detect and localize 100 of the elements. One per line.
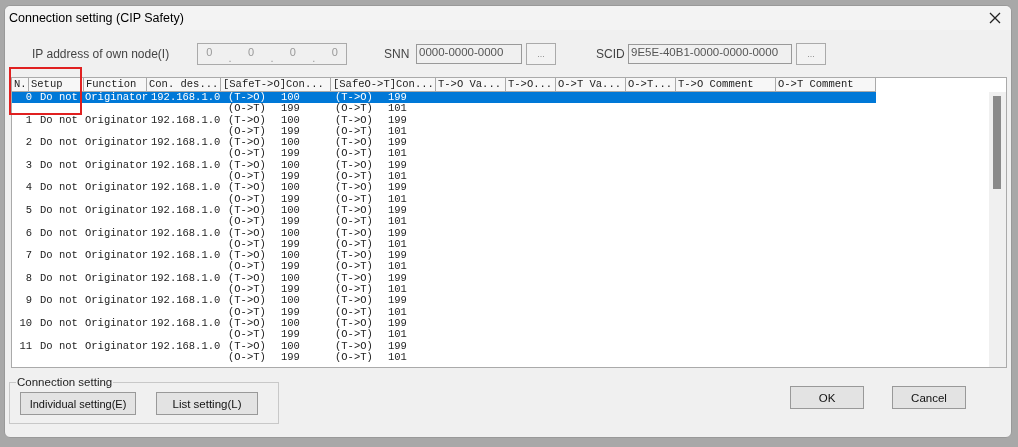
table-cell: 192.168.1.0: [151, 92, 221, 104]
table-cell: 8: [25, 272, 32, 285]
column-header[interactable]: [SafeO->T]Con...: [331, 78, 436, 92]
table-cell: Do not: [40, 204, 78, 217]
table-cell: 199: [281, 103, 300, 115]
table-cell: Do not: [40, 317, 78, 330]
table-cell: 199: [388, 295, 407, 307]
table-cell: Originator: [85, 92, 148, 104]
close-icon[interactable]: [989, 12, 1001, 24]
table-cell: (T->O): [335, 137, 373, 149]
table-cell: Do not: [40, 159, 78, 172]
column-header[interactable]: [SafeT->O]Con...: [221, 78, 331, 92]
table-cell: 199: [281, 329, 300, 341]
table-cell: (O->T): [228, 216, 266, 228]
table-cell: 199: [388, 272, 407, 285]
setting-button[interactable]: List setting(L): [156, 392, 258, 415]
column-header[interactable]: T->O...: [506, 78, 556, 92]
table-cell: 192.168.1.0: [151, 137, 221, 149]
table-cell: 100: [281, 204, 300, 217]
table-cell: 4: [25, 182, 32, 194]
table-cell: (T->O): [228, 317, 266, 330]
table-cell: (T->O): [335, 227, 373, 239]
column-header[interactable]: Con. des...: [147, 78, 221, 92]
table-cell: Originator: [85, 295, 148, 307]
table-row[interactable]: 2 Do not Originator 192.168.1.0 (T->O) 100 (T->O) 199 (O->T) 199 (O->T) 101: [12, 137, 876, 160]
table-cell: 192.168.1.0: [151, 227, 221, 239]
table-cell: (O->T): [335, 216, 373, 228]
snn-field[interactable]: 0000-0000-0000: [416, 43, 522, 64]
column-header[interactable]: N..: [12, 78, 29, 92]
column-header[interactable]: O->T Va...: [556, 78, 626, 92]
table-row[interactable]: 4 Do not Originator 192.168.1.0 (T->O) 100 (T->O) 199 (O->T) 199 (O->T) 101: [12, 182, 876, 205]
table-cell: (T->O): [335, 340, 373, 352]
table-cell: 100: [281, 137, 300, 149]
table-cell-text: (O->T): [228, 238, 266, 250]
table-cell: 199: [388, 250, 407, 262]
table-cell: 199: [281, 261, 300, 273]
table-cell: 100: [281, 250, 300, 262]
table-cell: (O->T): [335, 171, 373, 183]
table-cell: 100: [281, 159, 300, 172]
table-cell: Do not: [40, 114, 78, 126]
table-row[interactable]: 6 Do not Originator 192.168.1.0 (T->O) 100 (T->O) 199 (O->T) 199 (O->T) 101: [12, 227, 876, 251]
window-title: Connection setting (CIP Safety): [9, 11, 184, 25]
table-cell: 11: [19, 340, 32, 352]
table-cell: (T->O): [335, 204, 373, 217]
table-cell-text: (T->O): [228, 272, 266, 284]
setting-button[interactable]: Individual setting(E): [20, 392, 136, 415]
table-cell: 100: [281, 340, 300, 352]
table-cell: (O->T): [335, 103, 373, 115]
column-header[interactable]: Function: [84, 78, 147, 92]
table-cell-text: (T->O): [228, 159, 266, 171]
table-cell: Do not: [40, 295, 78, 307]
table-cell-text: (T->O): [335, 159, 373, 171]
table-row[interactable]: 10 Do not Originator 192.168.1.0 (T->O) 100 (T->O) 199 (O->T) 199 (O->T) 101: [12, 317, 876, 341]
table-cell: (T->O): [228, 340, 266, 352]
table-cell: 101: [388, 306, 407, 318]
table-cell: (O->T): [335, 193, 373, 205]
table-row[interactable]: 3 Do not Originator 192.168.1.0 (T->O) 100 (T->O) 199 (O->T) 199 (O->T) 101: [12, 159, 876, 183]
table-cell: (T->O): [335, 295, 373, 307]
table-cell: 101: [388, 238, 407, 251]
column-header[interactable]: O->T...: [626, 78, 676, 92]
scrollbar[interactable]: [989, 92, 1006, 367]
table-cell: 192.168.1.0: [151, 182, 221, 194]
scid-field[interactable]: 9E5E-40B1-0000-0000-0000: [628, 43, 792, 64]
table-cell: (O->T): [228, 329, 266, 341]
table-cell: Originator: [85, 227, 148, 239]
table-cell: 199: [388, 159, 407, 172]
table-cell: 199: [388, 114, 407, 126]
table-cell: 101: [388, 329, 407, 341]
table-row[interactable]: 11 Do not Originator 192.168.1.0 (T->O) 100 (T->O) 199 (O->T) 199 (O->T) 101: [12, 340, 876, 364]
table-row[interactable]: 7 Do not Originator 192.168.1.0 (T->O) 100 (T->O) 199 (O->T) 199 (O->T) 101: [12, 250, 876, 273]
table-cell: Do not: [40, 137, 78, 149]
table-cell: Originator: [85, 317, 148, 330]
table-cell: 199: [388, 137, 407, 149]
table-cell: 3: [25, 159, 32, 172]
table-cell: 1: [25, 114, 32, 126]
table-cell: (T->O): [228, 137, 266, 149]
table-row[interactable]: 8 Do not Originator 192.168.1.0 (T->O) 100 (T->O) 199 (O->T) 199 (O->T) 101: [12, 272, 876, 296]
ok-button[interactable]: OK: [790, 386, 864, 409]
table-cell: 199: [281, 148, 300, 160]
table-cell: 192.168.1.0: [151, 317, 221, 330]
scrollbar-thumb[interactable]: [993, 96, 1001, 189]
table-cell: (T->O): [228, 295, 266, 307]
table-cell: (T->O): [335, 250, 373, 262]
table-cell: Originator: [85, 137, 148, 149]
cancel-button[interactable]: Cancel: [892, 386, 966, 409]
table-cell: (O->T): [228, 103, 266, 115]
table-cell: (O->T): [335, 329, 373, 341]
table-cell: (O->T): [335, 306, 373, 318]
table-row[interactable]: 5 Do not Originator 192.168.1.0 (T->O) 100 (T->O) 199 (O->T) 199 (O->T) 101: [12, 204, 876, 228]
column-header[interactable]: T->O Comment: [676, 78, 776, 92]
table-cell: (T->O): [335, 114, 373, 126]
column-header[interactable]: O->T Comment: [776, 78, 876, 92]
column-header[interactable]: Setup: [29, 78, 84, 92]
table-row[interactable]: 1 Do not Originator 192.168.1.0 (T->O) 100 (T->O) 199 (O->T) 199 (O->T) 101: [12, 114, 876, 138]
table-row[interactable]: 9 Do not Originator 192.168.1.0 (T->O) 100 (T->O) 199 (O->T) 199 (O->T) 101: [12, 295, 876, 318]
table-cell: (O->T): [228, 351, 266, 364]
table-cell: (O->T): [228, 193, 266, 205]
column-header[interactable]: T->O Va...: [436, 78, 506, 92]
table-cell: 192.168.1.0: [151, 340, 221, 352]
table-cell: (O->T): [335, 148, 373, 160]
